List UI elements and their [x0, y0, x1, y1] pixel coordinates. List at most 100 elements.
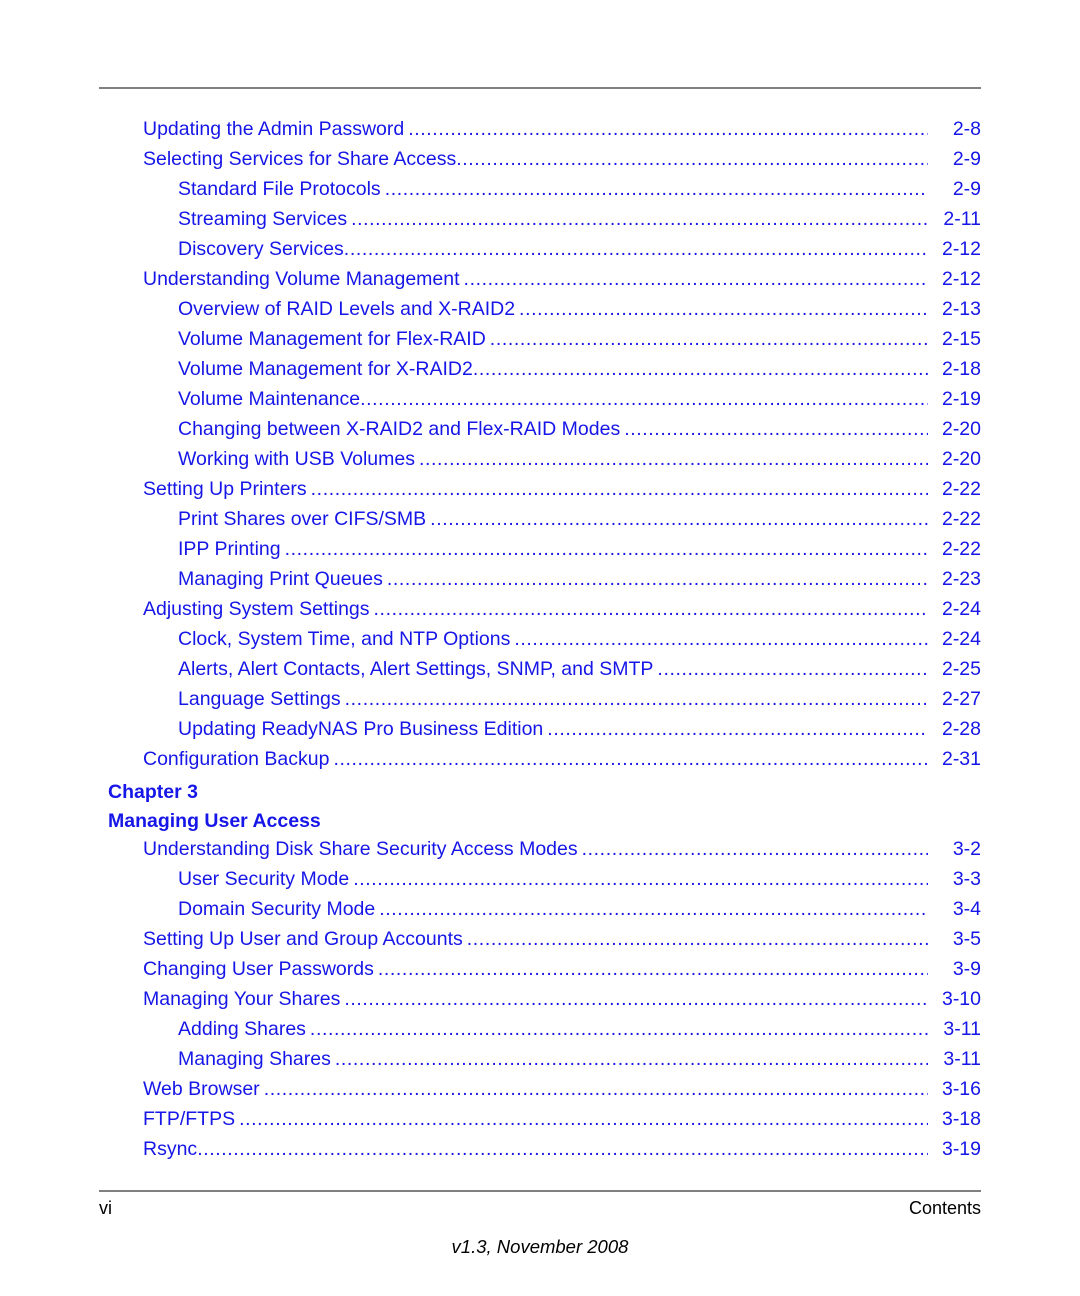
toc-dot-leader	[285, 538, 928, 558]
toc-entry[interactable]: Print Shares over CIFS/SMB 2-22	[99, 508, 981, 538]
toc-entry[interactable]: Updating the Admin Password 2-8	[99, 118, 981, 148]
toc-dot-leader	[408, 118, 928, 138]
toc-entry-title: Language Settings	[178, 688, 341, 710]
chapter-number: 3	[187, 781, 199, 803]
toc-dot-leader	[344, 988, 928, 1008]
toc-entry[interactable]: Changing User Passwords 3-9	[99, 958, 981, 988]
toc-entry-page-number: 2-9	[952, 148, 981, 170]
toc-dot-leader	[351, 208, 928, 228]
toc-entry[interactable]: Alerts, Alert Contacts, Alert Settings, …	[99, 658, 981, 688]
toc-entry-title: Domain Security Mode	[178, 898, 376, 920]
chapter-heading-line1: Chapter 3	[108, 778, 981, 807]
toc-entry-title: Clock, System Time, and NTP Options	[178, 628, 511, 650]
toc-entry-title: IPP Printing	[178, 538, 281, 560]
toc-entry[interactable]: Language Settings 2-27	[99, 688, 981, 718]
toc-dot-leader	[333, 748, 928, 768]
footer-section-label: Contents	[908, 1198, 981, 1218]
toc-entry-page-number: 2-22	[941, 508, 981, 530]
toc-entry-title: Overview of RAID Levels and X-RAID2	[178, 298, 516, 320]
toc-entries-chapter3: Understanding Disk Share Security Access…	[99, 838, 981, 1168]
toc-entry-title: Print Shares over CIFS/SMB	[178, 508, 427, 530]
toc-entry[interactable]: Adding Shares 3-11	[99, 1018, 981, 1048]
toc-entry[interactable]: Volume Management for Flex-RAID 2-15	[99, 328, 981, 358]
toc-entry[interactable]: Streaming Services 2-11	[99, 208, 981, 238]
footer-version-line: v1.3, November 2008	[451, 1236, 629, 1257]
document-page: Updating the Admin Password 2-8 Selecting …	[0, 0, 1080, 1296]
toc-entry-title: Setting Up User and Group Accounts	[143, 928, 463, 950]
toc-entry[interactable]: Managing Print Queues 2-23	[99, 568, 981, 598]
header-rule	[99, 87, 981, 89]
toc-entry-title: Understanding Volume Management	[143, 268, 460, 290]
toc-dot-leader	[360, 388, 928, 408]
toc-dot-leader	[345, 688, 928, 708]
toc-dot-leader	[456, 148, 928, 168]
toc-entry[interactable]: IPP Printing 2-22	[99, 538, 981, 568]
toc-entry-title: Updating ReadyNAS Pro Business Edition	[178, 718, 544, 740]
footer-rule	[99, 1190, 981, 1192]
toc-entry[interactable]: Understanding Disk Share Security Access…	[99, 838, 981, 868]
toc-entry-page-number: 2-12	[941, 268, 981, 290]
toc-entry-page-number: 2-9	[952, 178, 981, 200]
toc-dot-leader	[374, 598, 928, 618]
toc-entry-title: Discovery Services	[178, 238, 344, 260]
toc-entry[interactable]: Adjusting System Settings 2-24	[99, 598, 981, 628]
toc-entry-title: Web Browser	[143, 1078, 260, 1100]
toc-entry[interactable]: Domain Security Mode 3-4	[99, 898, 981, 928]
toc-entry-page-number: 3-16	[941, 1078, 981, 1100]
toc-entry[interactable]: Updating ReadyNAS Pro Business Edition 2-…	[99, 718, 981, 748]
toc-entry-title: User Security Mode	[178, 868, 350, 890]
toc-entry[interactable]: Clock, System Time, and NTP Options 2-24	[99, 628, 981, 658]
toc-dot-leader	[430, 508, 928, 528]
toc-entry[interactable]: Rsync 3-19	[99, 1138, 981, 1168]
toc-dot-leader	[657, 658, 928, 678]
toc-entry[interactable]: Working with USB Volumes 2-20	[99, 448, 981, 478]
toc-entry-page-number: 2-27	[941, 688, 981, 710]
toc-entry-page-number: 2-22	[941, 538, 981, 560]
toc-entry[interactable]: Understanding Volume Management 2-12	[99, 268, 981, 298]
toc-entry[interactable]: Managing Shares 3-11	[99, 1048, 981, 1078]
toc-entry-title: Rsync	[143, 1138, 198, 1160]
toc-entry[interactable]: User Security Mode 3-3	[99, 868, 981, 898]
toc-entry-page-number: 3-10	[941, 988, 981, 1010]
toc-entry[interactable]: FTP/FTPS 3-18	[99, 1108, 981, 1138]
toc-entry[interactable]: Volume Maintenance 2-19	[99, 388, 981, 418]
toc-dot-leader	[490, 328, 928, 348]
toc-entry[interactable]: Overview of RAID Levels and X-RAID2 2-13	[99, 298, 981, 328]
toc-entry-title: Volume Management for Flex-RAID	[178, 328, 486, 350]
toc-entry-title: Volume Management for X-RAID2	[178, 358, 473, 380]
toc-dot-leader	[624, 418, 928, 438]
toc-entry-page-number: 2-24	[941, 628, 981, 650]
toc-entry-page-number: 2-8	[952, 118, 981, 140]
toc-entry[interactable]: Managing Your Shares 3-10	[99, 988, 981, 1018]
toc-entry-page-number: 2-18	[941, 358, 981, 380]
toc-entry-page-number: 2-25	[941, 658, 981, 680]
toc-entry-page-number: 2-15	[941, 328, 981, 350]
toc-entry-page-number: 3-9	[952, 958, 981, 980]
toc-entry-title: Managing Print Queues	[178, 568, 383, 590]
toc-entry[interactable]: Configuration Backup 2-31	[99, 748, 981, 778]
toc-entries-chapter2: Updating the Admin Password 2-8 Selecting …	[99, 118, 981, 778]
toc-entry[interactable]: Discovery Services 2-12	[99, 238, 981, 268]
toc-entry[interactable]: Selecting Services for Share Access 2-9	[99, 148, 981, 178]
toc-entry[interactable]: Web Browser 3-16	[99, 1078, 981, 1108]
toc-entry-page-number: 3-11	[943, 1018, 981, 1040]
toc-entry[interactable]: Setting Up User and Group Accounts 3-5	[99, 928, 981, 958]
toc-dot-leader	[519, 298, 928, 318]
toc-dot-leader	[311, 478, 928, 498]
toc-entry-title: Updating the Admin Password	[143, 118, 405, 140]
toc-entry-page-number: 3-18	[941, 1108, 981, 1130]
toc-entry-page-number: 2-20	[941, 448, 981, 470]
toc-entry[interactable]: Standard File Protocols 2-9	[99, 178, 981, 208]
toc-entry-page-number: 3-3	[952, 868, 981, 890]
toc-entry-title: Configuration Backup	[143, 748, 330, 770]
toc-dot-leader	[335, 1048, 928, 1068]
toc-entry-title: Working with USB Volumes	[178, 448, 415, 470]
toc-entry-title: FTP/FTPS	[143, 1108, 236, 1130]
toc-entry[interactable]: Volume Management for X-RAID2 2-18	[99, 358, 981, 388]
toc-entry[interactable]: Setting Up Printers 2-22	[99, 478, 981, 508]
toc-entry-page-number: 3-5	[952, 928, 981, 950]
toc-entry-title: Streaming Services	[178, 208, 348, 230]
toc-dot-leader	[264, 1078, 928, 1098]
toc-entry[interactable]: Changing between X-RAID2 and Flex-RAID M…	[99, 418, 981, 448]
footer-page-number: vi	[99, 1198, 112, 1218]
